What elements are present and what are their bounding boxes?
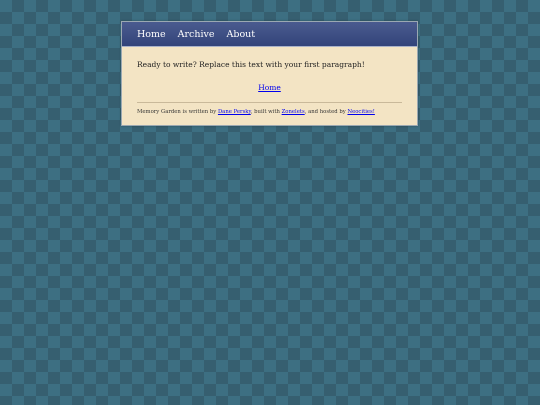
zonelets-link[interactable]: Zonelets: [282, 109, 305, 115]
footer-mid2: , and hosted by: [304, 109, 348, 115]
footer-mid1: , built with: [250, 109, 282, 115]
divider: [137, 102, 402, 103]
page-container: Home Archive About Ready to write? Repla…: [121, 21, 418, 126]
nav-about[interactable]: About: [227, 29, 256, 40]
author-link[interactable]: Dane Persky: [218, 109, 251, 115]
nav-archive[interactable]: Archive: [178, 29, 215, 40]
main-content: Ready to write? Replace this text with y…: [122, 47, 417, 125]
footer-text: Memory Garden is written by Dane Persky,…: [137, 109, 402, 115]
intro-paragraph: Ready to write? Replace this text with y…: [137, 60, 365, 69]
home-link[interactable]: Home: [137, 83, 402, 92]
footer-prefix: Memory Garden is written by: [137, 109, 218, 115]
neocities-link[interactable]: Neocities!: [347, 109, 374, 115]
top-nav: Home Archive About: [122, 22, 417, 47]
nav-home[interactable]: Home: [137, 29, 166, 40]
